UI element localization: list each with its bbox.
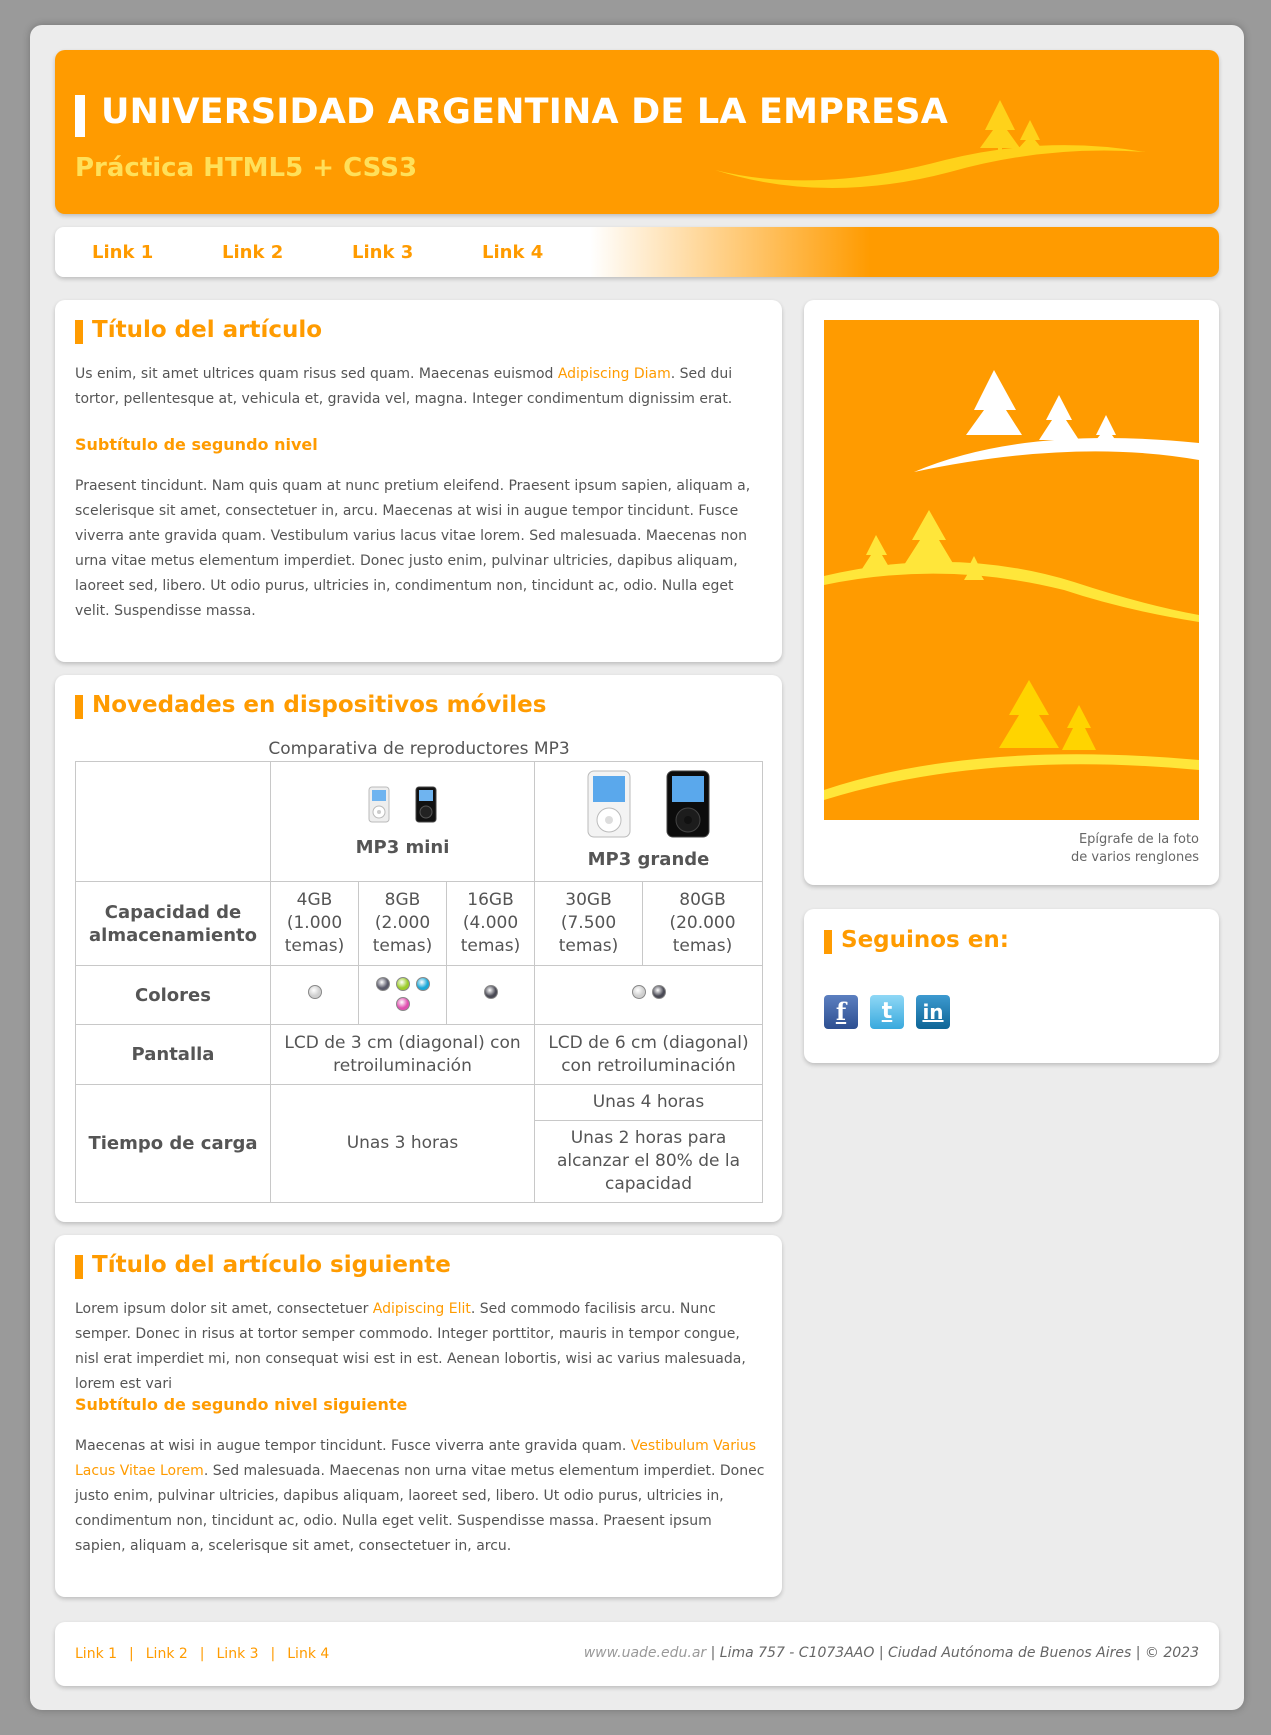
colors-cell-16gb — [446, 965, 535, 1025]
header-accent-bar — [75, 95, 85, 137]
capacity-cell-8gb: 8GB (2.000 temas) — [358, 881, 447, 966]
photo-caption: Epígrafe de la foto de varios renglones — [1071, 832, 1199, 865]
mobile-devices-title: Novedades en dispositivos móviles — [75, 692, 546, 719]
article-1-paragraph-2: Praesent tincidunt. Nam quis quam at nun… — [75, 478, 751, 619]
article-2: Título del artículo siguiente Lorem ipsu… — [55, 1235, 782, 1597]
nav-link-4[interactable]: Link 4 — [482, 242, 543, 263]
capacity-cell-30gb: 30GB (7.500 temas) — [534, 881, 643, 966]
nav-link-2[interactable]: Link 2 — [222, 242, 283, 263]
mp3-grande-white-image — [587, 770, 631, 838]
color-swatch — [651, 984, 666, 999]
main-nav: Link 1 Link 2 Link 3 Link 4 — [55, 227, 1219, 277]
color-swatch — [631, 984, 646, 999]
article-2-title: Título del artículo siguiente — [75, 1252, 451, 1279]
article-2-subtitle: Subtítulo de segundo nivel siguiente — [75, 1395, 408, 1414]
footer-link-1[interactable]: Link 1 — [75, 1646, 117, 1662]
article-1-paragraph-1: Us enim, sit amet ultrices quam risus se… — [75, 366, 733, 407]
article-1-title: Título del artículo — [75, 317, 322, 344]
article-2-paragraph-1: Lorem ipsum dolor sit amet, consectetuer… — [75, 1301, 746, 1392]
row-header-colores: Colores — [75, 965, 271, 1025]
footer-link-4[interactable]: Link 4 — [287, 1646, 329, 1662]
colors-cell-4gb — [270, 965, 359, 1025]
color-swatch — [483, 984, 498, 999]
article-2-paragraph-2: Maecenas at wisi in augue tempor tincidu… — [75, 1438, 765, 1554]
color-swatch — [415, 977, 430, 991]
color-swatch — [307, 984, 322, 999]
charge-cell-grande-2: Unas 2 horas para alcanzar el 80% de la … — [534, 1120, 763, 1203]
footer-site-link[interactable]: www.uade.edu.ar — [584, 1645, 706, 1661]
social-title: Seguinos en: — [824, 927, 1009, 954]
screen-cell-grande: LCD de 6 cm (diagonal) con retroiluminac… — [534, 1024, 763, 1085]
colors-cell-grande — [534, 965, 763, 1025]
row-header-capacidad: Capacidad de almacenamiento — [75, 881, 271, 966]
table-caption: Comparativa de reproductores MP3 — [268, 739, 570, 759]
social-box: Seguinos en: f t in — [804, 909, 1219, 1063]
colors-cell-8gb — [358, 965, 447, 1025]
color-swatch — [395, 977, 410, 991]
color-swatch — [375, 977, 390, 991]
header-trees-decoration — [715, 100, 1145, 189]
table-corner-cell — [75, 761, 271, 882]
linkedin-icon[interactable]: in — [916, 995, 950, 1029]
footer-info: www.uade.edu.ar | Lima 757 - C1073AAO | … — [583, 1645, 1199, 1661]
mp3-mini-header: MP3 mini — [270, 761, 535, 882]
article-1-inline-link[interactable]: Adipiscing Diam — [558, 366, 671, 382]
article-1-subtitle: Subtítulo de segundo nivel — [75, 435, 318, 454]
photo-box: Epígrafe de la foto de varios renglones — [804, 300, 1219, 885]
facebook-icon[interactable]: f — [824, 995, 858, 1029]
mp3-grande-black-image — [666, 770, 710, 838]
capacity-cell-16gb: 16GB (4.000 temas) — [446, 881, 535, 966]
nav-link-1[interactable]: Link 1 — [92, 242, 153, 263]
mp3-grande-label: MP3 grande — [587, 849, 710, 870]
site-footer: Link 1 | Link 2 | Link 3 | Link 4 www.uade.edu… — [55, 1622, 1219, 1686]
charge-cell-grande-1: Unas 4 horas — [534, 1084, 763, 1121]
mobile-devices-section: Novedades en dispositivos móviles Compar… — [55, 675, 782, 1222]
article-2-inline-link-1[interactable]: Adipiscing Elit — [373, 1301, 471, 1317]
footer-link-2[interactable]: Link 2 — [146, 1646, 188, 1662]
twitter-icon[interactable]: t — [870, 995, 904, 1029]
winter-landscape-image — [824, 320, 1199, 820]
article-1: Título del artículo Us enim, sit amet ul… — [55, 300, 782, 662]
row-header-carga: Tiempo de carga — [75, 1084, 271, 1203]
mp3-mini-black-image — [415, 786, 437, 823]
site-subtitle: Práctica HTML5 + CSS3 — [75, 153, 418, 183]
screen-cell-mini: LCD de 3 cm (diagonal) con retroiluminac… — [270, 1024, 535, 1085]
mp3-grande-header: MP3 grande — [534, 761, 763, 882]
charge-cell-mini: Unas 3 horas — [270, 1084, 535, 1203]
color-swatch — [395, 997, 410, 1011]
site-header: UNIVERSIDAD ARGENTINA DE LA EMPRESA Prác… — [55, 50, 1219, 214]
mp3-mini-white-image — [368, 786, 390, 823]
capacity-cell-80gb: 80GB (20.000 temas) — [642, 881, 763, 966]
footer-link-3[interactable]: Link 3 — [217, 1646, 259, 1662]
mp3-comparison-table: MP3 mini MP3 grande Capacidad de almacen… — [75, 761, 763, 1203]
nav-link-3[interactable]: Link 3 — [352, 242, 413, 263]
row-header-pantalla: Pantalla — [75, 1024, 271, 1085]
capacity-cell-4gb: 4GB (1.000 temas) — [270, 881, 359, 966]
page-container: UNIVERSIDAD ARGENTINA DE LA EMPRESA Prác… — [30, 25, 1244, 1710]
footer-links: Link 1 | Link 2 | Link 3 | Link 4 — [75, 1646, 330, 1662]
mp3-mini-label: MP3 mini — [355, 837, 450, 858]
